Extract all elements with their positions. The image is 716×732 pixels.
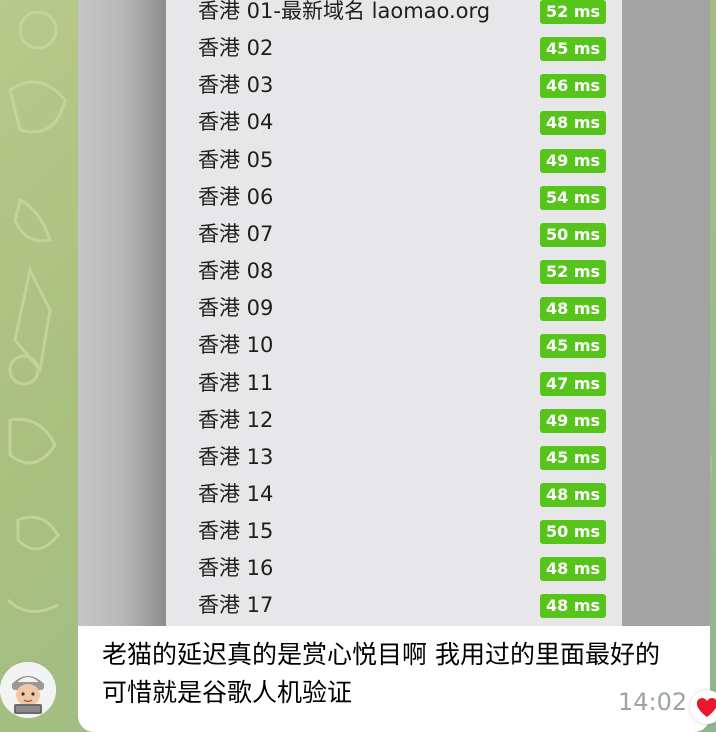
latency-badge: 48 ms bbox=[540, 482, 606, 507]
server-row: 香港 12 49 ms bbox=[166, 402, 622, 439]
server-name: 香港 17 bbox=[198, 593, 274, 618]
server-name: 香港 02 bbox=[198, 36, 274, 61]
server-name: 香港 13 bbox=[198, 444, 274, 469]
server-row: 香港 17 48 ms bbox=[166, 587, 622, 624]
server-name: 香港 10 bbox=[198, 333, 274, 358]
latency-badge: 50 ms bbox=[540, 520, 606, 545]
latency-badge: 48 ms bbox=[540, 111, 606, 136]
server-row: 香港 05 49 ms bbox=[166, 142, 622, 179]
image-right-backdrop bbox=[622, 0, 710, 626]
server-row: 香港 03 46 ms bbox=[166, 67, 622, 104]
server-row: 香港 09 48 ms bbox=[166, 290, 622, 327]
server-row: 香港 10 45 ms bbox=[166, 327, 622, 364]
server-name: 香港 12 bbox=[198, 407, 274, 432]
server-row: 香港 08 52 ms bbox=[166, 253, 622, 290]
message-bubble[interactable]: 香港 01-最新域名 laomao.org 52 ms 香港 02 45 ms 香港 0… bbox=[78, 0, 710, 732]
server-name: 香港 09 bbox=[198, 296, 274, 321]
server-row: 香港 13 45 ms bbox=[166, 439, 622, 476]
server-name: 香港 16 bbox=[198, 556, 274, 581]
server-row: 香港 07 50 ms bbox=[166, 216, 622, 253]
server-row: 香港 04 48 ms bbox=[166, 104, 622, 141]
latency-badge: 46 ms bbox=[540, 74, 606, 99]
server-name: 香港 07 bbox=[198, 221, 274, 246]
latency-badge: 50 ms bbox=[540, 222, 606, 247]
server-name: 香港 04 bbox=[198, 110, 274, 135]
latency-badge: 48 ms bbox=[540, 297, 606, 322]
message-caption: 老猫的延迟真的是赏心悦目啊 我用过的里面最好的 可惜就是谷歌人机验证 bbox=[102, 640, 660, 707]
server-list: 香港 01-最新域名 laomao.org 52 ms 香港 02 45 ms 香港 0… bbox=[166, 0, 622, 626]
server-row: 香港 02 45 ms bbox=[166, 30, 622, 67]
server-row: 香港 11 47 ms bbox=[166, 365, 622, 402]
server-name: 香港 05 bbox=[198, 147, 274, 172]
server-name: 香港 01-最新域名 laomao.org bbox=[198, 0, 491, 23]
server-name: 香港 14 bbox=[198, 481, 274, 506]
latency-badge: 45 ms bbox=[540, 37, 606, 62]
server-row: 香港 15 50 ms bbox=[166, 513, 622, 550]
server-row: 香港 14 48 ms bbox=[166, 476, 622, 513]
server-name: 香港 06 bbox=[198, 184, 274, 209]
screenshot-image[interactable]: 香港 01-最新域名 laomao.org 52 ms 香港 02 45 ms 香港 0… bbox=[78, 0, 710, 626]
server-row: 香港 16 48 ms bbox=[166, 550, 622, 587]
latency-badge: 52 ms bbox=[540, 260, 606, 285]
heart-icon bbox=[696, 697, 716, 717]
latency-badge: 45 ms bbox=[540, 445, 606, 470]
avatar-memoji-icon bbox=[0, 662, 56, 718]
message-time: 14:02 bbox=[618, 688, 688, 716]
server-row: 香港 01-最新域名 laomao.org 52 ms bbox=[166, 0, 622, 30]
latency-badge: 47 ms bbox=[540, 371, 606, 396]
latency-badge: 52 ms bbox=[540, 0, 606, 24]
server-row: 香港 06 54 ms bbox=[166, 179, 622, 216]
avatar[interactable] bbox=[0, 662, 56, 718]
reaction-badge[interactable] bbox=[690, 690, 716, 724]
server-name: 香港 15 bbox=[198, 519, 274, 544]
latency-badge: 49 ms bbox=[540, 148, 606, 173]
latency-badge: 49 ms bbox=[540, 408, 606, 433]
latency-badge: 54 ms bbox=[540, 185, 606, 210]
image-left-backdrop bbox=[78, 0, 166, 626]
latency-badge: 48 ms bbox=[540, 557, 606, 582]
latency-badge: 48 ms bbox=[540, 594, 606, 619]
server-name: 香港 11 bbox=[198, 370, 274, 395]
server-name: 香港 03 bbox=[198, 73, 274, 98]
latency-badge: 45 ms bbox=[540, 334, 606, 359]
server-name: 香港 08 bbox=[198, 259, 274, 284]
